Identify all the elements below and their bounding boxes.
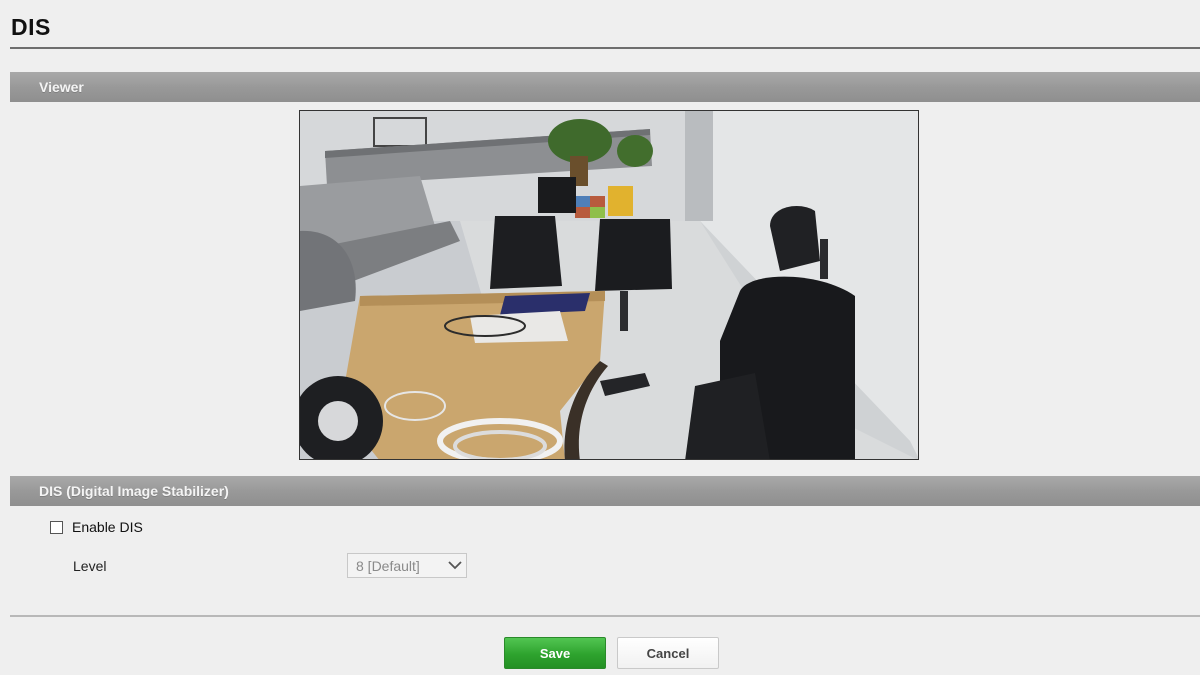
level-select[interactable]: 8 [Default] — [347, 553, 467, 578]
camera-viewer — [299, 110, 919, 460]
level-label: Level — [73, 558, 107, 574]
actions-divider — [10, 615, 1200, 617]
save-button[interactable]: Save — [504, 637, 606, 669]
camera-snapshot — [300, 111, 918, 459]
dis-section-title: DIS (Digital Image Stabilizer) — [39, 483, 229, 499]
viewer-section-title: Viewer — [39, 79, 84, 95]
enable-dis-label[interactable]: Enable DIS — [72, 519, 143, 535]
cancel-button[interactable]: Cancel — [617, 637, 719, 669]
title-divider — [10, 47, 1200, 49]
level-select-value: 8 [Default] — [356, 557, 420, 574]
viewer-section-header: Viewer — [10, 72, 1200, 102]
chevron-down-icon — [444, 554, 466, 577]
enable-dis-checkbox[interactable] — [50, 520, 63, 534]
dis-section-header: DIS (Digital Image Stabilizer) — [10, 476, 1200, 506]
page-title: DIS — [11, 14, 51, 40]
enable-dis-row[interactable]: Enable DIS — [50, 517, 143, 537]
